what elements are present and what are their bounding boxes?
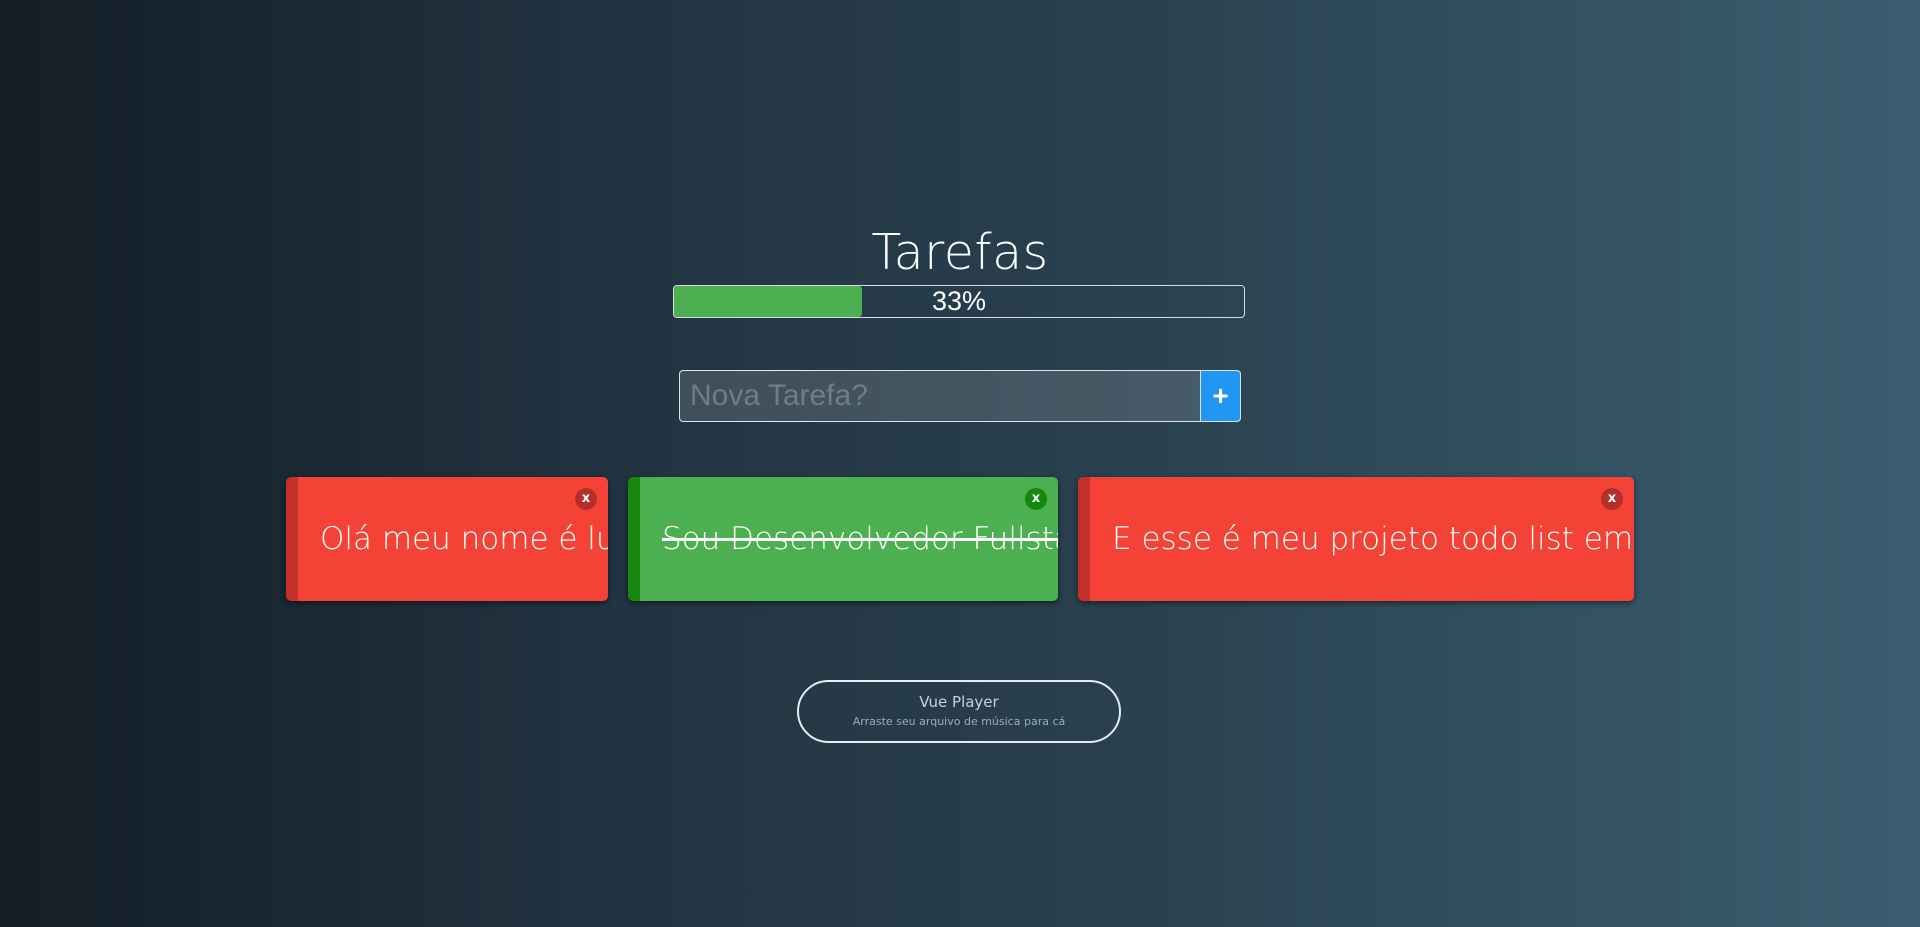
progress-label: 33% — [931, 286, 987, 316]
new-task-input[interactable] — [679, 370, 1201, 422]
task-text: E esse é meu projeto todo list em Vuejs — [1112, 521, 1634, 557]
progress-bar: 33% — [673, 285, 1245, 318]
page-title: Tarefas — [871, 224, 1049, 281]
vue-player-dropzone[interactable]: Vue Player Arraste seu arquivo de música… — [797, 680, 1121, 743]
player-subtitle: Arraste seu arquivo de música para cá — [852, 715, 1066, 728]
task-card[interactable]: E esse é meu projeto todo list em Vuejs … — [1078, 477, 1634, 601]
task-card[interactable]: Sou Desenvolvedor Fullstack. x — [628, 477, 1058, 601]
close-icon[interactable]: x — [1601, 488, 1623, 510]
new-task-form: + — [679, 370, 1241, 422]
task-text: Sou Desenvolvedor Fullstack. — [662, 521, 1058, 557]
add-task-button[interactable]: + — [1201, 370, 1241, 422]
close-icon[interactable]: x — [1025, 488, 1047, 510]
task-card[interactable]: Olá meu nome é luan. x — [286, 477, 608, 601]
player-title: Vue Player — [919, 693, 999, 711]
close-icon[interactable]: x — [575, 488, 597, 510]
task-text: Olá meu nome é luan. — [320, 521, 608, 557]
task-list: Olá meu nome é luan. x Sou Desenvolvedor… — [286, 477, 1634, 601]
